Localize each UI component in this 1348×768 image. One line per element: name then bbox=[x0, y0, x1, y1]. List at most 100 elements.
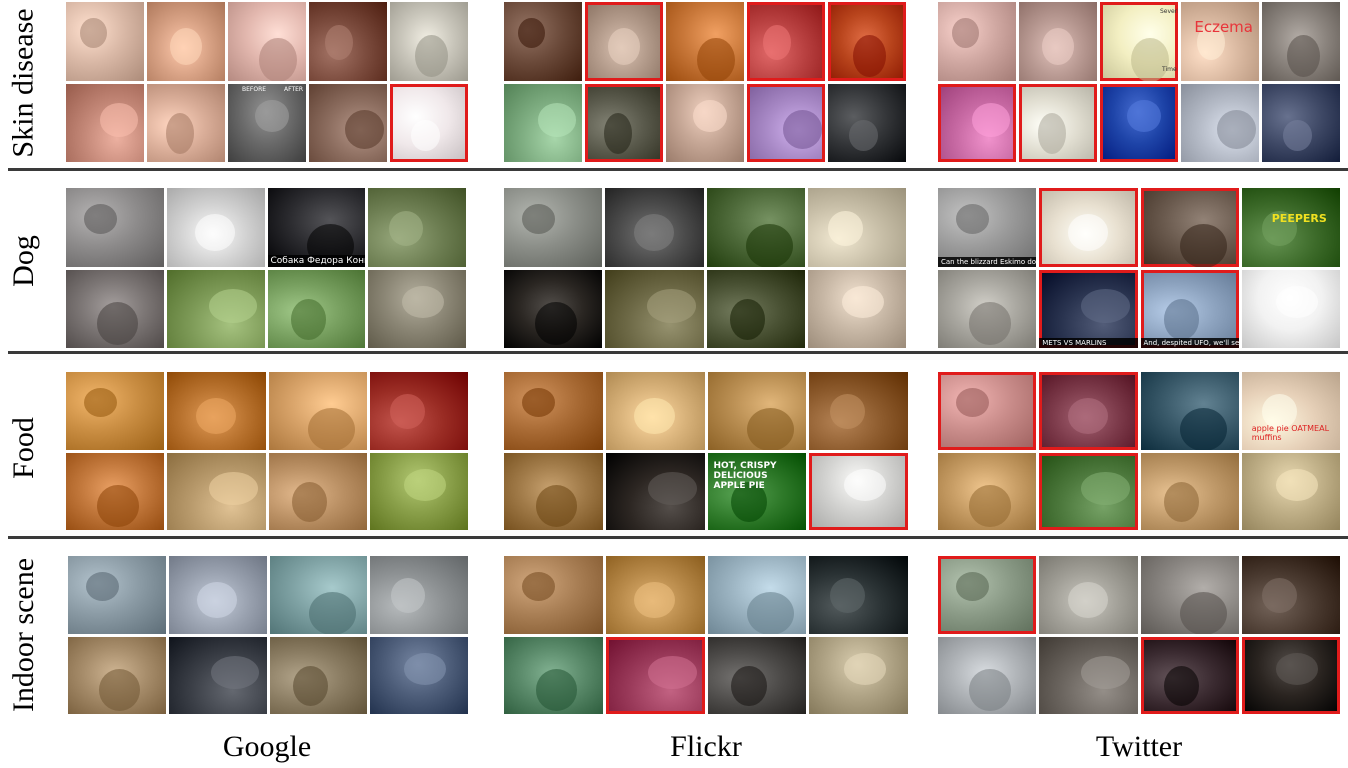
image-subject bbox=[829, 394, 865, 430]
image-text: Severity bbox=[1160, 8, 1178, 15]
image-thumbnail bbox=[1140, 556, 1239, 634]
row-divider bbox=[8, 351, 1348, 354]
image-subject bbox=[1164, 665, 1200, 707]
image-subject bbox=[1164, 481, 1200, 523]
image-thumbnail bbox=[168, 636, 267, 714]
image-thumbnail bbox=[504, 2, 582, 81]
image-thumbnail bbox=[504, 83, 582, 162]
image-subject bbox=[210, 655, 259, 690]
noisy-image-thumbnail bbox=[1140, 636, 1239, 714]
image-subject bbox=[402, 285, 445, 319]
image-subject bbox=[308, 591, 356, 634]
image-thumbnail bbox=[605, 556, 705, 634]
noisy-image-thumbnail bbox=[1140, 188, 1239, 267]
image-subject bbox=[521, 571, 556, 601]
image-thumbnail bbox=[605, 372, 705, 450]
noisy-image-thumbnail bbox=[1039, 452, 1138, 530]
image-subject bbox=[535, 485, 578, 527]
image-thumbnail bbox=[167, 452, 266, 530]
image-thumbnail bbox=[1241, 452, 1340, 530]
image-subject bbox=[763, 24, 791, 61]
image-thumbnail bbox=[504, 452, 603, 530]
image-subject bbox=[169, 27, 202, 65]
image-subject bbox=[535, 669, 578, 711]
image-caption: And, despited UFO, we'll see great. You … bbox=[1140, 338, 1239, 348]
noisy-image-thumbnail bbox=[585, 83, 663, 162]
image-subject bbox=[1286, 34, 1320, 78]
image-subject bbox=[1067, 397, 1109, 434]
image-subject bbox=[208, 289, 257, 323]
image-subject bbox=[634, 397, 675, 434]
noisy-image-thumbnail bbox=[585, 2, 663, 81]
noisy-image-thumbnail: Severity Time bbox=[1100, 2, 1178, 81]
image-thumbnail bbox=[1019, 2, 1097, 81]
image-subject bbox=[404, 468, 447, 501]
image-thumbnail bbox=[706, 269, 805, 348]
image-subject bbox=[344, 110, 384, 150]
image-subject bbox=[209, 471, 258, 506]
noisy-image-thumbnail bbox=[1019, 83, 1097, 162]
noisy-image-thumbnail bbox=[605, 636, 705, 714]
row-label-food: Food bbox=[7, 416, 40, 479]
noisy-image-thumbnail bbox=[828, 2, 906, 81]
grid-dog-google: Собака Федора Конюхова bbox=[66, 188, 466, 348]
image-thumbnail bbox=[147, 2, 225, 81]
image-text: BEFORE bbox=[242, 85, 267, 93]
grid-indoor-google bbox=[68, 556, 468, 714]
image-subject bbox=[1216, 110, 1256, 150]
image-subject bbox=[745, 224, 793, 267]
image-thumbnail bbox=[707, 636, 807, 714]
noisy-image-thumbnail bbox=[1039, 372, 1138, 450]
image-thumbnail: PEEPERS bbox=[1241, 188, 1340, 267]
image-subject bbox=[829, 578, 865, 614]
image-thumbnail bbox=[68, 556, 166, 634]
image-thumbnail bbox=[809, 636, 908, 714]
image-thumbnail bbox=[938, 636, 1037, 714]
image-thumbnail: HOT, CRISPY DELICIOUS APPLE PIE bbox=[707, 452, 807, 530]
grid-dog-flickr bbox=[504, 188, 906, 348]
image-subject bbox=[83, 387, 118, 417]
image-subject bbox=[849, 120, 878, 151]
image-thumbnail bbox=[809, 372, 908, 450]
image-subject bbox=[969, 669, 1011, 711]
image-thumbnail bbox=[666, 2, 744, 81]
image-subject bbox=[1067, 213, 1109, 251]
image-thumbnail bbox=[1140, 372, 1239, 450]
image-thumbnail bbox=[605, 269, 704, 348]
image-thumbnail bbox=[504, 372, 603, 450]
image-subject bbox=[292, 481, 328, 523]
image-thumbnail bbox=[605, 188, 704, 267]
image-thumbnail bbox=[706, 188, 805, 267]
image-thumbnail bbox=[368, 188, 466, 267]
image-thumbnail bbox=[369, 372, 468, 450]
image-subject bbox=[648, 655, 697, 690]
image-subject bbox=[842, 285, 885, 319]
image-thumbnail bbox=[269, 636, 368, 714]
image-thumbnail bbox=[1262, 2, 1340, 81]
image-thumbnail bbox=[809, 556, 908, 634]
image-subject bbox=[747, 407, 795, 450]
image-thumbnail: Can the blizzard Eskimo dog come in so y… bbox=[938, 188, 1037, 267]
image-subject bbox=[1041, 27, 1074, 65]
noisy-image-thumbnail: METS VS MARLINS bbox=[1039, 269, 1138, 348]
image-subject bbox=[1081, 289, 1130, 323]
row-divider bbox=[8, 168, 1348, 171]
image-subject bbox=[1127, 99, 1161, 133]
grid-food-twitter: apple pie OATMEAL muffins bbox=[938, 372, 1340, 530]
image-caption: Собака Федора Конюхова bbox=[267, 254, 366, 267]
image-subject bbox=[1179, 224, 1227, 267]
image-thumbnail bbox=[369, 452, 468, 530]
noisy-image-thumbnail bbox=[809, 452, 908, 530]
image-thumbnail bbox=[707, 556, 807, 634]
image-thumbnail bbox=[938, 269, 1037, 348]
noisy-image-thumbnail bbox=[747, 2, 825, 81]
image-thumbnail bbox=[390, 2, 468, 81]
image-subject bbox=[1276, 652, 1319, 685]
image-subject bbox=[648, 471, 697, 506]
image-thumbnail bbox=[504, 269, 603, 348]
image-thumbnail bbox=[504, 188, 603, 267]
image-subject bbox=[969, 302, 1011, 345]
image-thumbnail: Собака Федора Конюхова bbox=[267, 188, 366, 267]
noisy-image-thumbnail bbox=[938, 83, 1016, 162]
image-subject bbox=[1037, 113, 1066, 155]
